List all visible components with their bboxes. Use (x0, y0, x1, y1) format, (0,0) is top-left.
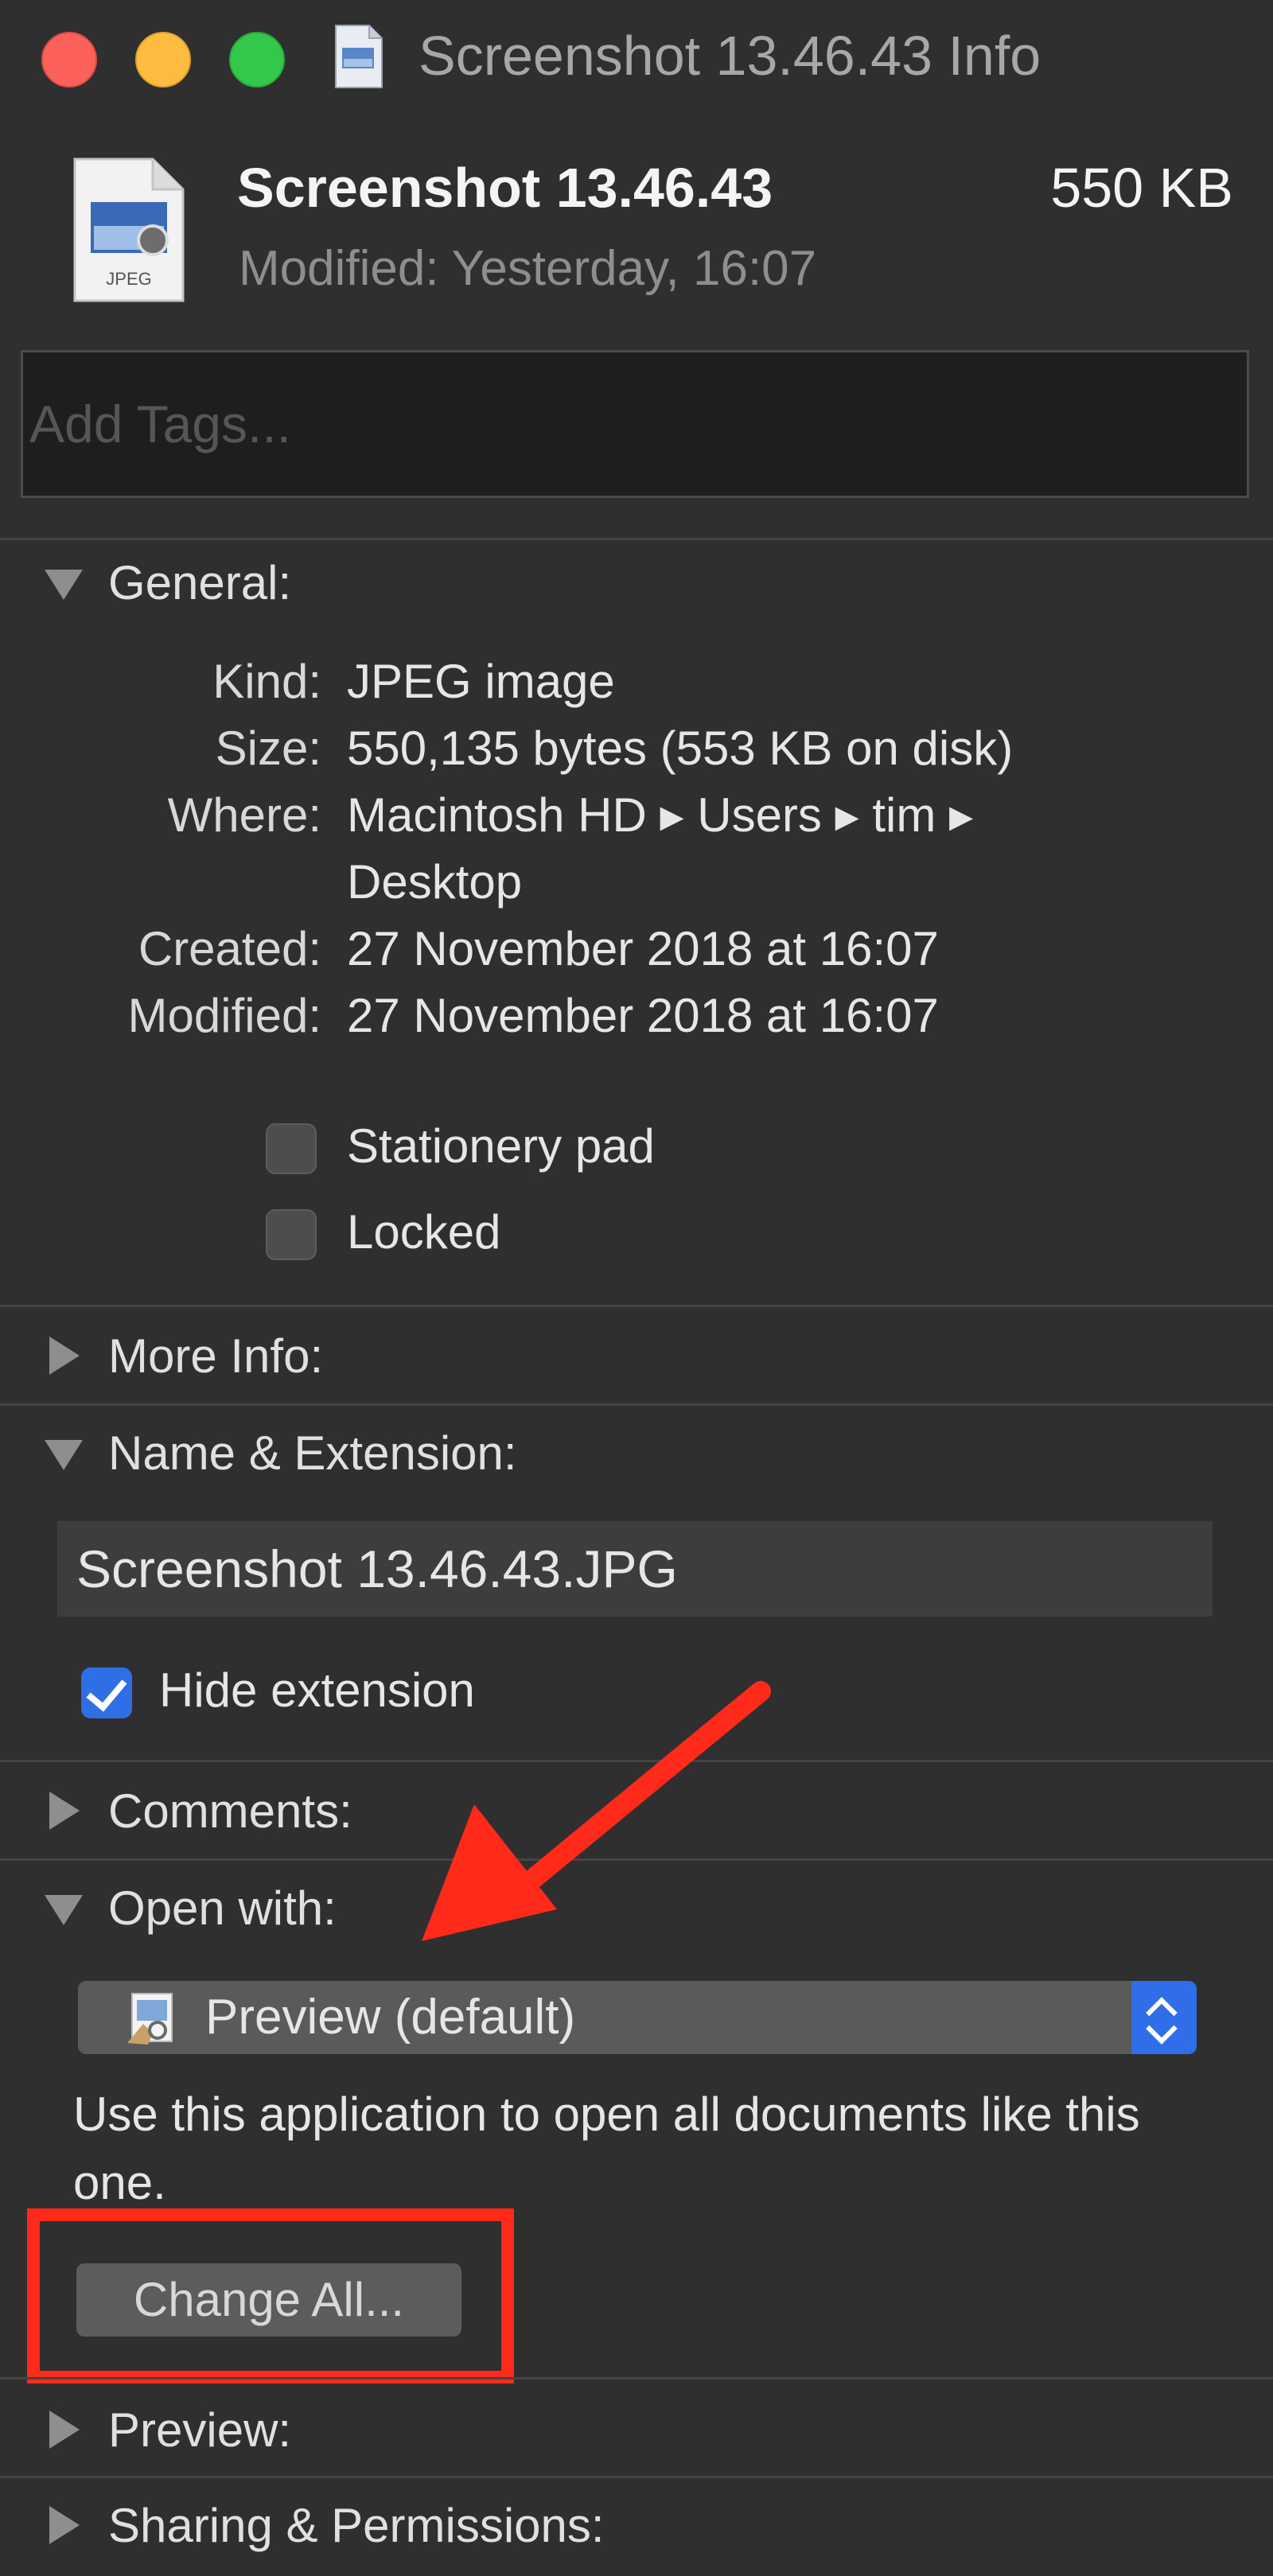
minimize-window-button[interactable] (135, 32, 191, 88)
open-with-help-text: Use this application to open all documen… (73, 2088, 1140, 2209)
checkmark-icon (86, 1669, 127, 1712)
locked-label: Locked (347, 1205, 501, 1259)
add-tags-field[interactable] (21, 350, 1249, 498)
zoom-window-button[interactable] (229, 32, 285, 88)
size-label: Size: (215, 722, 321, 775)
window-title: Screenshot 13.46.43 Info (418, 25, 1041, 87)
section-general-label: General: (108, 555, 292, 609)
created-value: 27 November 2018 at 16:07 (347, 922, 939, 975)
separator (0, 1403, 1273, 1406)
change-all-button[interactable]: Change All... (76, 2263, 461, 2337)
size-value: 550,135 bytes (553 KB on disk) (347, 722, 1014, 775)
svg-text:JPEG: JPEG (106, 269, 151, 289)
disclosure-triangle-closed-icon[interactable] (41, 1787, 92, 1835)
section-sharing-permissions-label: Sharing & Permissions: (108, 2498, 605, 2552)
separator (0, 1305, 1273, 1307)
modified-value: 27 November 2018 at 16:07 (347, 989, 939, 1042)
separator (0, 2377, 1273, 2379)
section-preview-label: Preview: (108, 2403, 292, 2457)
section-more-info[interactable]: More Info: (41, 1324, 323, 1387)
section-general[interactable]: General: (41, 551, 291, 614)
section-sharing-permissions[interactable]: Sharing & Permissions: (41, 2493, 605, 2557)
disclosure-triangle-closed-icon[interactable] (41, 1332, 92, 1379)
disclosure-triangle-closed-icon[interactable] (41, 2501, 92, 2549)
stationery-pad-label: Stationery pad (347, 1119, 655, 1173)
disclosure-triangle-open-icon[interactable] (41, 1429, 92, 1477)
open-with-app-popup[interactable]: Preview (default) (78, 1981, 1197, 2054)
file-size: 550 KB (1050, 157, 1233, 219)
kind-value: JPEG image (347, 655, 615, 708)
section-name-extension[interactable]: Name & Extension: (41, 1421, 517, 1485)
title-bar[interactable]: Screenshot 13.46.43 Info (0, 0, 1273, 111)
locked-checkbox[interactable] (266, 1209, 317, 1260)
document-icon (335, 25, 383, 88)
separator (0, 538, 1273, 540)
section-open-with-label: Open with: (108, 1881, 337, 1935)
disclosure-triangle-closed-icon[interactable] (41, 2406, 92, 2453)
get-info-window: Screenshot 13.46.43 Info JPEG Screenshot… (0, 0, 1273, 2576)
popup-chevron-updown-icon[interactable] (1131, 1981, 1197, 2054)
kind-label: Kind: (212, 655, 321, 708)
created-label: Created: (138, 922, 321, 975)
file-name-field[interactable] (57, 1521, 1213, 1617)
jpeg-file-icon: JPEG (73, 158, 185, 302)
section-open-with[interactable]: Open with: (41, 1876, 337, 1940)
section-name-extension-label: Name & Extension: (108, 1426, 517, 1480)
modified-label: Modified: (127, 989, 321, 1042)
where-label: Where: (167, 788, 321, 842)
section-comments[interactable]: Comments: (41, 1779, 352, 1843)
disclosure-triangle-open-icon[interactable] (41, 1884, 92, 1932)
where-value: Macintosh HD ▸ Users ▸ tim ▸ (347, 788, 974, 842)
hide-extension-checkbox[interactable] (81, 1667, 132, 1718)
file-name: Screenshot 13.46.43 (237, 157, 773, 219)
open-with-selected-app: Preview (default) (205, 1990, 576, 2045)
section-comments-label: Comments: (108, 1784, 352, 1838)
where-value-continued: Desktop (347, 855, 523, 909)
separator (0, 2476, 1273, 2478)
file-modified-date: Modified: Yesterday, 16:07 (239, 241, 817, 296)
disclosure-triangle-open-icon[interactable] (41, 558, 92, 606)
section-more-info-label: More Info: (108, 1329, 324, 1383)
section-preview[interactable]: Preview: (41, 2398, 291, 2461)
stationery-pad-checkbox[interactable] (266, 1123, 317, 1174)
preview-app-icon (127, 1993, 173, 2045)
close-window-button[interactable] (41, 32, 97, 88)
annotation-arrow-icon (422, 1681, 771, 1941)
